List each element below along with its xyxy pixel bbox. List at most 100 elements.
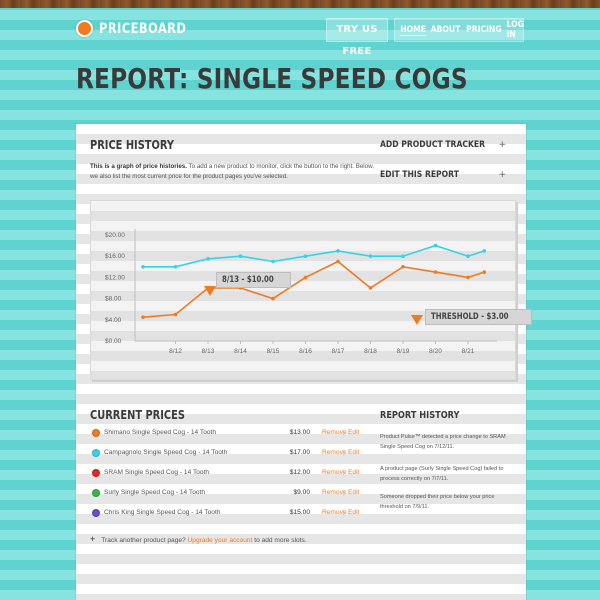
series-point <box>433 243 438 248</box>
series-point <box>271 296 275 301</box>
history-entry: A product page (Surly Single Speed Cog) … <box>380 466 504 482</box>
series-point <box>336 259 340 264</box>
annotation-date-price: 8/13 - $10.00 <box>216 272 292 288</box>
track-suffix: to add more slots. <box>252 537 307 544</box>
try-us-free-button[interactable]: TRY US FREE <box>326 18 388 57</box>
edit-link[interactable]: Edit <box>348 429 359 436</box>
x-tick-label: 8/13 <box>202 348 215 355</box>
product-name: Shimano Single Speed Cog - 14 Tooth <box>104 429 217 436</box>
edit-report-label: EDIT THIS REPORT <box>380 170 459 180</box>
series-point <box>173 312 178 317</box>
series-color-dot-icon <box>92 429 100 437</box>
price-chart: $20.00 $16.00 $12.00 $8.00 $4.00 $0.00 8/12 8/1… <box>90 200 532 380</box>
x-tick-label: 8/12 <box>169 348 182 355</box>
edit-report-link[interactable]: EDIT THIS REPORT + <box>380 170 506 184</box>
series-line <box>143 244 485 268</box>
nav-links: HOME ABOUT PRICING LOG IN <box>394 18 524 42</box>
edit-link[interactable]: Edit <box>348 469 359 476</box>
product-name: Surly Single Speed Cog - 14 Tooth <box>104 489 206 496</box>
y-tick-label: $12.00 <box>105 274 125 281</box>
product-price: $13.00 <box>289 429 310 436</box>
link-separator: | <box>343 449 345 456</box>
series-point <box>368 286 373 290</box>
series-color-dot-icon <box>92 469 100 477</box>
add-product-tracker-link[interactable]: ADD PRODUCT TRACKER + <box>380 140 506 154</box>
report-panel: PRICE HISTORY ADD PRODUCT TRACKER + EDIT… <box>76 124 532 600</box>
series-point <box>482 249 487 253</box>
product-name: Chris King Single Speed Cog - 14 Tooth <box>104 509 221 516</box>
link-separator: | <box>343 469 345 476</box>
track-another-product: + Track another product page? Upgrade you… <box>90 534 307 544</box>
link-separator: | <box>343 429 345 436</box>
page-title: REPORT: SINGLE SPEED COGS <box>76 62 468 95</box>
nav-home[interactable]: HOME <box>400 25 426 35</box>
x-tick-label: 8/17 <box>332 348 345 355</box>
product-price: $12.00 <box>289 469 310 476</box>
series-point <box>482 270 487 274</box>
logo-dot-icon <box>76 20 93 37</box>
annotation-threshold: THRESHOLD - $3.00 <box>425 309 532 326</box>
y-tick-label: $4.00 <box>105 317 122 324</box>
y-tick-label: $20.00 <box>105 232 125 239</box>
y-tick-label: $16.00 <box>105 253 125 260</box>
product-price: $15.00 <box>289 509 310 516</box>
series-point <box>466 254 470 258</box>
nav-about[interactable]: ABOUT <box>431 25 461 35</box>
series-point <box>303 275 308 280</box>
series-color-dot-icon <box>92 449 100 457</box>
series-point <box>173 265 178 269</box>
y-tick-label: $8.00 <box>105 296 122 303</box>
series-point <box>368 254 373 258</box>
series-point <box>336 249 340 253</box>
x-tick-label: 8/14 <box>234 348 247 355</box>
add-product-tracker-label: ADD PRODUCT TRACKER <box>380 140 486 150</box>
price-row: Surly Single Speed Cog - 14 Tooth $9.00 Re… <box>90 488 360 502</box>
plus-icon: + <box>90 534 96 544</box>
plus-icon: + <box>498 140 506 150</box>
x-tick-label: 8/18 <box>364 348 377 355</box>
upgrade-account-link[interactable]: Upgrade your account <box>188 537 253 544</box>
series-point <box>466 275 470 280</box>
top-nav: PRICEBOARD TRY US FREE HOME ABOUT PRICIN… <box>0 18 600 57</box>
logo-text: PRICEBOARD <box>99 20 187 37</box>
price-history-heading: PRICE HISTORY <box>90 138 175 152</box>
edit-link[interactable]: Edit <box>348 489 359 496</box>
report-history-heading: REPORT HISTORY <box>380 410 460 421</box>
series-point <box>433 270 438 274</box>
annotation-marker-icon <box>204 286 216 296</box>
logo[interactable]: PRICEBOARD <box>76 20 206 37</box>
x-tick-label: 8/16 <box>299 348 312 355</box>
series-color-dot-icon <box>92 509 100 517</box>
price-row: Campagnolo Single Speed Cog - 14 Tooth $1… <box>90 448 360 462</box>
series-point <box>401 254 405 258</box>
edit-link[interactable]: Edit <box>348 449 359 456</box>
link-separator: | <box>343 509 345 516</box>
top-wood-bar <box>0 0 600 8</box>
series-point <box>401 265 405 269</box>
price-row: SRAM Single Speed Cog - 14 Tooth $12.00 Re… <box>90 468 360 482</box>
price-row: Chris King Single Speed Cog - 14 Tooth $1… <box>90 508 360 522</box>
product-name: SRAM Single Speed Cog - 14 Tooth <box>104 469 210 476</box>
history-entry: Someone dropped their price below your p… <box>380 494 495 510</box>
price-chart-svg: $20.00 $16.00 $12.00 $8.00 $4.00 $0.00 8/12 8/1… <box>105 229 497 355</box>
edit-link[interactable]: Edit <box>348 509 359 516</box>
x-tick-label: 8/21 <box>462 348 475 355</box>
series-point <box>206 257 210 261</box>
y-tick-label: $0.00 <box>105 338 122 345</box>
x-tick-label: 8/19 <box>397 348 410 355</box>
threshold-marker-icon <box>411 315 423 326</box>
nav-pricing[interactable]: PRICING <box>466 25 501 35</box>
current-prices-heading: CURRENT PRICES <box>90 408 185 422</box>
product-name: Campagnolo Single Speed Cog - 14 Tooth <box>104 449 228 456</box>
price-row: Shimano Single Speed Cog - 14 Tooth $13.0… <box>90 428 360 442</box>
price-history-intro: This is a graph of price histories. To a… <box>90 162 380 182</box>
series-point <box>303 254 308 258</box>
series-point <box>141 265 145 269</box>
x-tick-label: 8/15 <box>267 348 280 355</box>
series-color-dot-icon <box>92 489 100 497</box>
nav-login[interactable]: LOG IN <box>507 20 524 40</box>
series-point <box>141 315 145 319</box>
intro-bold: This is a graph of price histories. <box>90 163 187 170</box>
series-point <box>271 259 275 264</box>
plus-icon: + <box>498 170 506 180</box>
